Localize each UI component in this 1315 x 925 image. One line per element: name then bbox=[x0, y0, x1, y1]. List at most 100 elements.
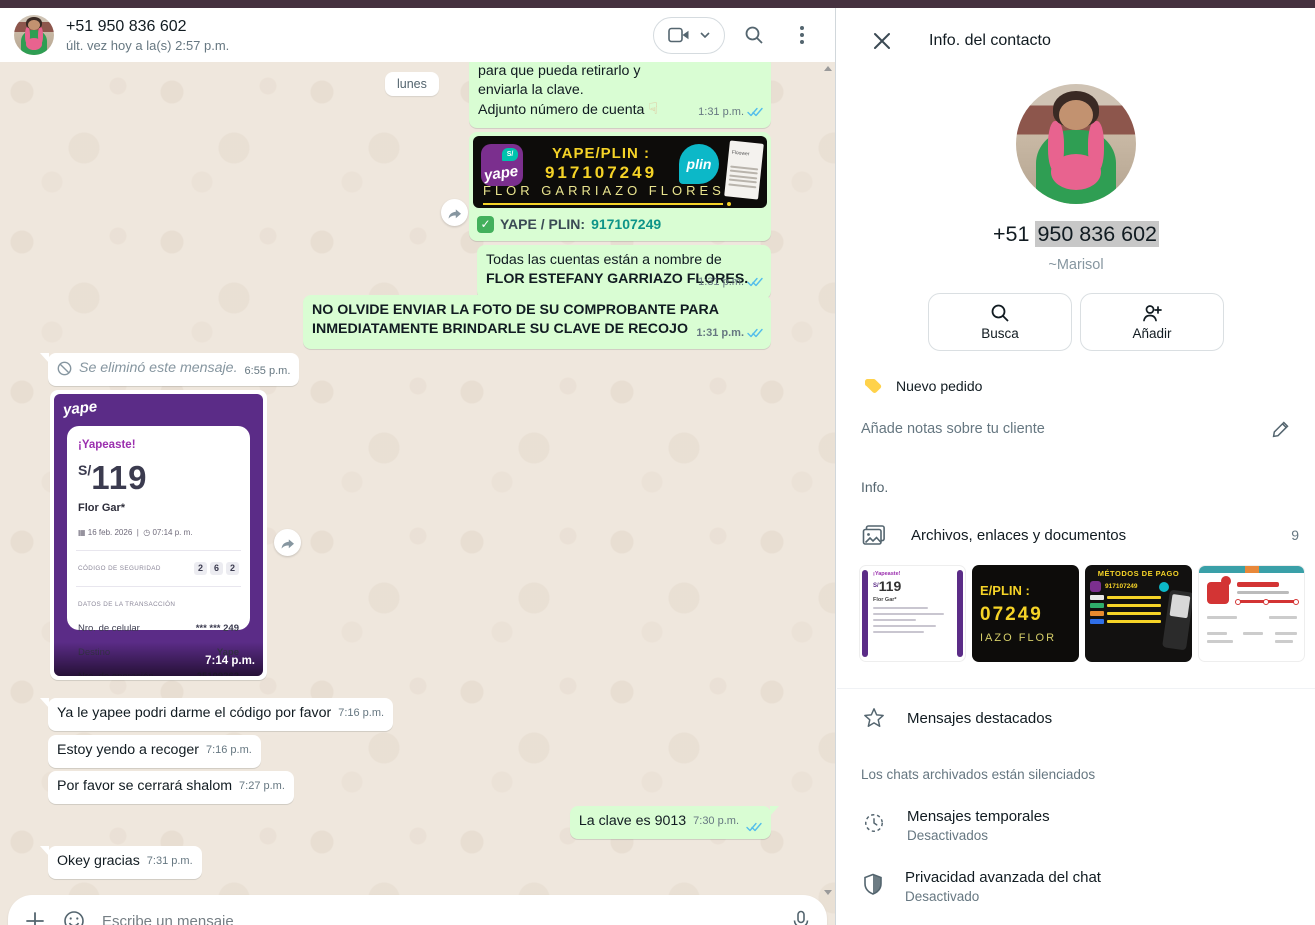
amount-value: 119 bbox=[91, 459, 147, 496]
paper-line bbox=[728, 183, 756, 188]
contact-alias: ~Marisol bbox=[837, 257, 1315, 273]
notes-placeholder: Añade notas sobre tu cliente bbox=[861, 421, 1271, 437]
button-label: Busca bbox=[981, 326, 1019, 341]
search-messages-button[interactable]: Busca bbox=[928, 293, 1072, 351]
caption-number: 917107249 bbox=[591, 215, 661, 234]
panel-title: Info. del contacto bbox=[929, 32, 1051, 50]
add-contact-button[interactable]: Añadir bbox=[1080, 293, 1224, 351]
notes-row[interactable]: Añade notas sobre tu cliente bbox=[861, 419, 1291, 439]
microphone-icon[interactable] bbox=[791, 910, 811, 925]
forward-message-button[interactable] bbox=[274, 529, 301, 556]
media-thumbnails: ¡Yapeaste! S/119 Flor Gar* E/PLIN : 0724… bbox=[859, 565, 1315, 662]
media-thumb-payment-methods[interactable]: MÉTODOS DE PAGO 917107249 bbox=[1085, 565, 1192, 662]
profile-photo-wrap bbox=[837, 84, 1315, 204]
security-code-label: CÓDIGO DE SEGURIDAD bbox=[78, 559, 161, 578]
security-code-row: CÓDIGO DE SEGURIDAD 262 bbox=[78, 559, 239, 578]
advanced-privacy-title: Privacidad avanzada del chat bbox=[905, 869, 1101, 886]
message-outgoing[interactable]: Todas las cuentas están a nombre de FLOR… bbox=[477, 245, 771, 299]
contact-header-info[interactable]: +51 950 836 602 últ. vez hoy a la(s) 2:5… bbox=[66, 18, 653, 53]
message-time: 1:31 p.m. bbox=[698, 273, 744, 292]
message-input[interactable] bbox=[102, 913, 775, 925]
media-thumb-receipt[interactable]: ¡Yapeaste! S/119 Flor Gar* bbox=[859, 565, 966, 662]
message-list[interactable]: lunes para que pueda retirarlo y enviarl… bbox=[0, 62, 835, 925]
message-incoming[interactable]: Por favor se cerrará shalom7:27 p.m. bbox=[48, 771, 294, 804]
chat-header: +51 950 836 602 últ. vez hoy a la(s) 2:5… bbox=[0, 8, 835, 62]
media-thumb-banner[interactable]: E/PLIN : 07249 IAZO FLOR bbox=[972, 565, 1079, 662]
thumb-art bbox=[1207, 640, 1233, 643]
search-chat-button[interactable] bbox=[735, 16, 773, 54]
banner-text-block: YAPE/PLIN : 917107249 bbox=[531, 142, 671, 182]
media-thumb-tracking[interactable] bbox=[1198, 565, 1305, 662]
receipt-row: Nro. de celular*** *** 249 bbox=[78, 619, 239, 638]
label-chip-row[interactable]: Nuevo pedido bbox=[863, 377, 1315, 395]
search-icon bbox=[990, 303, 1010, 323]
message-meta: 1:31 p.m. bbox=[698, 273, 763, 292]
clock-icon: ◷ bbox=[143, 528, 150, 537]
receipt-card: ¡Yapeaste! S/119 Flor Gar* ▦ 16 feb. 202… bbox=[67, 426, 250, 630]
disappearing-messages-row[interactable]: Mensajes temporales Desactivados bbox=[863, 808, 1299, 843]
starred-messages-row[interactable]: Mensajes destacados bbox=[863, 707, 1299, 729]
message-incoming-image[interactable]: yape ¡Yapeaste! S/119 Flor Gar* ▦ 16 feb… bbox=[50, 390, 267, 680]
message-text-bold: NO OLVIDE ENVIAR LA FOTO DE SU COMPROBAN… bbox=[312, 301, 757, 339]
message-time: 1:31 p.m. bbox=[696, 324, 744, 343]
media-section-row[interactable]: Archivos, enlaces y documentos 9 bbox=[861, 523, 1299, 547]
disappearing-value: Desactivados bbox=[907, 828, 1050, 843]
message-outgoing[interactable]: La clave es 9013 7:30 p.m. bbox=[570, 806, 771, 839]
contact-avatar[interactable] bbox=[14, 15, 54, 55]
forward-message-button[interactable] bbox=[441, 199, 468, 226]
paper-title: Floower bbox=[731, 144, 761, 166]
chat-scrollbar-down[interactable] bbox=[824, 890, 832, 895]
price-list-paper: Floower bbox=[724, 140, 764, 199]
message-composer[interactable] bbox=[8, 895, 827, 925]
contact-action-buttons: Busca Añadir bbox=[837, 293, 1315, 351]
menu-kebab-button[interactable] bbox=[783, 16, 821, 54]
pencil-icon[interactable] bbox=[1271, 419, 1291, 439]
yape-plin-banner-image[interactable]: S/ yape YAPE/PLIN : 917107249 plin Floow… bbox=[473, 136, 767, 208]
message-time: 1:31 p.m. bbox=[698, 103, 744, 122]
message-outgoing[interactable]: para que pueda retirarlo y enviarla la c… bbox=[469, 62, 771, 128]
message-time: 7:27 p.m. bbox=[239, 777, 285, 796]
selected-phone-text: 950 836 602 bbox=[1035, 221, 1159, 247]
thumb-art: MÉTODOS DE PAGO bbox=[1090, 569, 1187, 578]
thumb-art bbox=[1199, 566, 1304, 573]
receipt-title: ¡Yapeaste! bbox=[78, 436, 239, 455]
message-outgoing[interactable]: NO OLVIDE ENVIAR LA FOTO DE SU COMPROBAN… bbox=[303, 295, 771, 349]
thumb-art: E/PLIN : bbox=[980, 583, 1079, 598]
message-incoming[interactable]: Ya le yapee podri darme el código por fa… bbox=[48, 698, 393, 731]
receipt-datetime: ▦ 16 feb. 2026 | ◷ 07:14 p. m. bbox=[78, 523, 239, 542]
thumb-art bbox=[1237, 591, 1289, 594]
whatsapp-window: +51 950 836 602 últ. vez hoy a la(s) 2:5… bbox=[0, 0, 1315, 925]
message-time: 7:31 p.m. bbox=[147, 852, 193, 871]
message-text: Okey gracias bbox=[57, 852, 140, 871]
profile-photo[interactable] bbox=[1016, 84, 1136, 204]
close-icon[interactable] bbox=[863, 22, 901, 60]
receipt-payee: Flor Gar* bbox=[78, 499, 239, 518]
message-incoming[interactable]: Estoy yendo a recoger7:16 p.m. bbox=[48, 735, 261, 768]
divider bbox=[837, 688, 1315, 689]
read-ticks-icon bbox=[747, 328, 763, 339]
person-add-icon bbox=[1141, 303, 1163, 323]
emoji-icon[interactable] bbox=[62, 909, 86, 925]
deleted-text: Se eliminó este mensaje. bbox=[79, 359, 238, 378]
message-text: Todas las cuentas están a nombre de bbox=[486, 251, 757, 270]
video-call-button[interactable] bbox=[653, 17, 725, 54]
advanced-privacy-row[interactable]: Privacidad avanzada del chat Desactivado bbox=[863, 869, 1299, 904]
contact-name: +51 950 836 602 bbox=[66, 18, 653, 36]
yape-receipt-image[interactable]: yape ¡Yapeaste! S/119 Flor Gar* ▦ 16 feb… bbox=[54, 394, 263, 676]
thumb-art bbox=[1237, 582, 1279, 587]
message-text: La clave es 9013 bbox=[579, 812, 686, 831]
message-incoming[interactable]: Okey gracias 7:31 p.m. bbox=[48, 846, 202, 879]
thumb-art bbox=[1275, 632, 1297, 635]
banner-holder-name: FLOR GARRIAZO FLORES bbox=[483, 181, 725, 200]
message-text: Estoy yendo a recoger bbox=[57, 741, 199, 760]
chat-column: +51 950 836 602 últ. vez hoy a la(s) 2:5… bbox=[0, 8, 836, 925]
attach-plus-icon[interactable] bbox=[24, 910, 46, 925]
thumb-art bbox=[862, 570, 868, 657]
chat-scrollbar-up[interactable] bbox=[824, 66, 832, 71]
avatar-art bbox=[1059, 100, 1093, 130]
contact-phone[interactable]: +51 950 836 602 bbox=[837, 222, 1315, 247]
message-outgoing-image[interactable]: S/ yape YAPE/PLIN : 917107249 plin Floow… bbox=[469, 132, 771, 241]
label-chip-text: Nuevo pedido bbox=[896, 378, 982, 394]
message-deleted[interactable]: Se eliminó este mensaje. 6:55 p.m. bbox=[48, 353, 299, 386]
thumb-art bbox=[1207, 632, 1227, 635]
